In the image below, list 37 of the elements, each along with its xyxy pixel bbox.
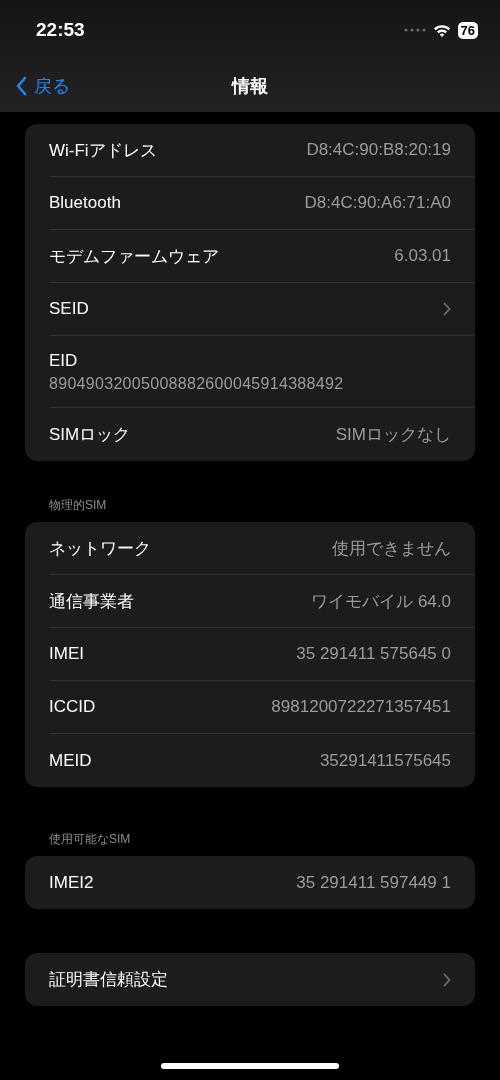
row-value: 8981200722271357451: [271, 697, 451, 717]
battery-icon: 76: [457, 21, 478, 39]
row-label: SEID: [49, 299, 89, 319]
row-value: 35291411575645: [319, 750, 451, 771]
row-label: MEID: [49, 750, 92, 771]
chevron-icon: [443, 972, 451, 987]
row-label: SIMロック: [49, 424, 131, 446]
row-label: EID: [49, 350, 78, 371]
row-label: 証明書信頼設定: [49, 969, 168, 991]
row-value: ワイモバイル 64.0: [311, 590, 451, 613]
row-label: IMEI: [49, 644, 84, 664]
row-value: 89049032005008882600045914388492: [49, 374, 344, 393]
settings-row[interactable]: 証明書信頼設定: [49, 953, 475, 1006]
row-value: 使用できません: [332, 537, 451, 560]
status-time: 22:53: [36, 19, 85, 41]
row-value: 35 291411 575645 0: [296, 644, 451, 664]
row-label: モデムファームウェア: [49, 245, 219, 268]
row-value: D8:4C:90:A6:71:A0: [304, 193, 451, 213]
chevron-icon: [443, 302, 451, 316]
row-label: ICCID: [49, 697, 96, 717]
row-value: SIMロックなし: [335, 424, 451, 446]
row-label: ネットワーク: [49, 537, 151, 560]
back-button[interactable]: 戻る: [12, 72, 74, 100]
back-chevron-icon[interactable]: [16, 76, 27, 96]
row-value: D8:4C:90:B8:20:19: [306, 140, 451, 160]
settings-row[interactable]: SEID: [49, 283, 475, 336]
page-title: 情報: [232, 75, 268, 98]
row-label: Bluetooth: [49, 193, 121, 213]
row-value: 6.03.01: [394, 246, 451, 266]
signal-icon: [403, 28, 426, 32]
row-label: 通信事業者: [49, 590, 134, 613]
row-value: 35 291411 597449 1: [296, 872, 451, 893]
row-label: Wi-Fiアドレス: [49, 139, 157, 162]
section-header: 使用可能なSIM: [48, 831, 132, 848]
wifi-icon: [432, 23, 451, 37]
section-header: 物理的SIM: [48, 497, 108, 514]
row-label: IMEI2: [49, 872, 94, 893]
